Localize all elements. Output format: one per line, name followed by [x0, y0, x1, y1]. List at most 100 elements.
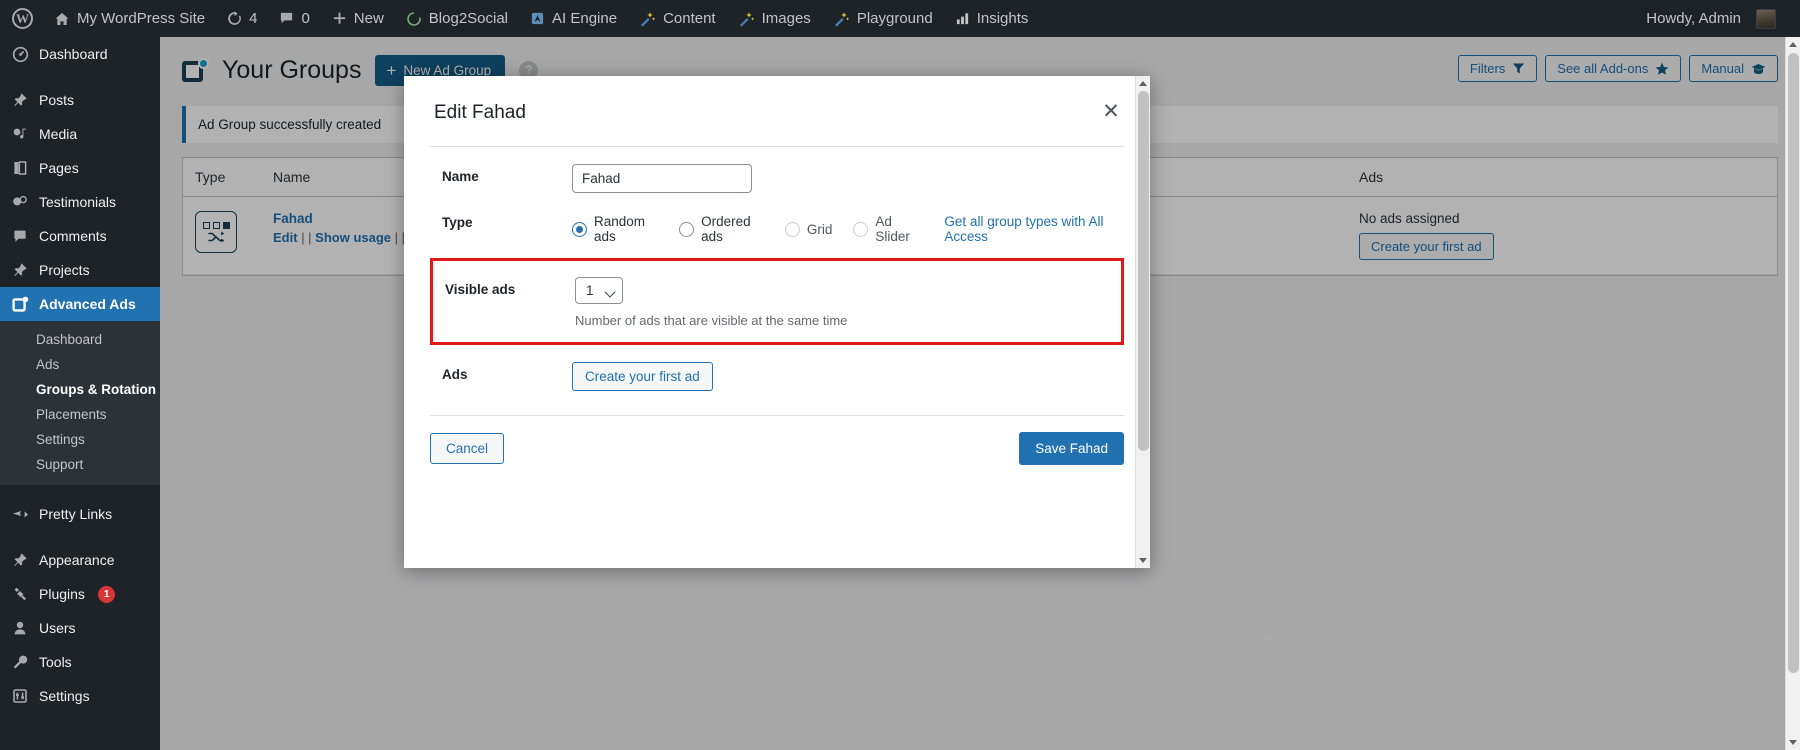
radio-label: Random ads: [594, 214, 658, 244]
updates-icon: [227, 11, 242, 26]
adminbar-item-playground[interactable]: Playground: [822, 0, 944, 37]
sidebar-item-settings[interactable]: Settings: [0, 679, 160, 713]
sidebar-item-tools[interactable]: Tools: [0, 645, 160, 679]
group-name-input[interactable]: [572, 164, 752, 193]
all-access-upsell-link[interactable]: Get all group types with All Access: [944, 214, 1124, 244]
radio-indicator: [572, 222, 587, 237]
sidebar-item-advanced-ads[interactable]: Advanced Ads: [0, 287, 160, 321]
radio-label: Ad Slider: [875, 214, 920, 244]
visible-ads-hint: Number of ads that are visible at the sa…: [575, 313, 1121, 328]
adminbar-item-images[interactable]: Images: [727, 0, 822, 37]
adminbar-item-content[interactable]: Content: [628, 0, 727, 37]
radio-ad-slider[interactable]: Ad Slider: [853, 214, 920, 244]
cancel-button[interactable]: Cancel: [430, 433, 504, 464]
users-icon: [10, 620, 30, 636]
adminbar-item-label: 0: [301, 10, 309, 27]
sidebar-item-posts[interactable]: Posts: [0, 83, 160, 117]
name-control: [572, 164, 1124, 193]
sidebar-item-label: Media: [39, 126, 77, 142]
sidebar-item-plugins[interactable]: Plugins 1: [0, 577, 160, 611]
visible-ads-control: 1 Number of ads that are visible at the …: [575, 277, 1121, 328]
adminbar-item-label: Images: [762, 10, 811, 27]
submenu-item-ads[interactable]: Ads: [0, 352, 160, 377]
submenu-item-placements[interactable]: Placements: [0, 402, 160, 427]
settings-icon: [10, 688, 30, 704]
comment-icon: [10, 228, 30, 244]
sidebar-separator: [0, 485, 160, 497]
adminbar-account-menu[interactable]: Howdy, Admin: [1635, 0, 1800, 37]
sidebar-item-media[interactable]: Media: [0, 117, 160, 151]
adminbar-item-label: Insights: [977, 10, 1029, 27]
radio-grid[interactable]: Grid: [785, 222, 833, 237]
radio-label: Grid: [807, 222, 833, 237]
type-control: Random ads Ordered ads Grid Ad Slid: [572, 210, 1124, 244]
sidebar-item-users[interactable]: Users: [0, 611, 160, 645]
adminbar-item-new[interactable]: New: [321, 0, 395, 37]
page-scroll-down-arrow[interactable]: [1786, 735, 1800, 750]
adminbar-item-insights[interactable]: Insights: [944, 0, 1040, 37]
sidebar-item-label: Plugins: [39, 586, 85, 602]
type-label: Type: [430, 210, 572, 230]
field-row-ads: Ads Create your first ad: [430, 345, 1124, 391]
tools-icon: [10, 654, 30, 670]
radio-random-ads[interactable]: Random ads: [572, 214, 658, 244]
adminbar-item-updates[interactable]: 4: [216, 0, 268, 37]
visible-ads-label: Visible ads: [433, 277, 575, 297]
radio-label: Ordered ads: [701, 214, 764, 244]
submenu-item-support[interactable]: Support: [0, 452, 160, 477]
pages-icon: [10, 160, 30, 176]
pretty-links-icon: [10, 506, 30, 523]
sidebar-item-label: Appearance: [39, 552, 115, 568]
magic-wand-icon: [639, 10, 656, 27]
modal-header: Edit Fahad ✕: [404, 76, 1150, 124]
adminbar-item-label: Content: [663, 10, 716, 27]
radio-indicator: [853, 222, 868, 237]
create-first-ad-button[interactable]: Create your first ad: [572, 362, 713, 391]
testimonials-icon: [10, 194, 30, 210]
adminbar-item-label: Blog2Social: [429, 10, 508, 27]
adminbar-item-ai-engine[interactable]: AI Engine: [519, 0, 628, 37]
adminbar-item-comments[interactable]: 0: [268, 0, 320, 37]
sidebar-item-comments[interactable]: Comments: [0, 219, 160, 253]
comment-bubble-icon: [279, 11, 294, 26]
sidebar-item-label: Settings: [39, 688, 90, 704]
page-scrollbar[interactable]: [1785, 37, 1800, 750]
admin-sidebar: Dashboard Posts Media Pages Testimonials…: [0, 37, 160, 750]
sidebar-item-projects[interactable]: Projects: [0, 253, 160, 287]
plugins-update-badge: 1: [98, 586, 116, 603]
bar-chart-icon: [955, 11, 970, 26]
sidebar-item-dashboard[interactable]: Dashboard: [0, 37, 160, 71]
sidebar-item-label: Advanced Ads: [39, 296, 136, 312]
radio-ordered-ads[interactable]: Ordered ads: [679, 214, 764, 244]
sidebar-item-pretty-links[interactable]: Pretty Links: [0, 497, 160, 531]
adminbar-item-label: Playground: [857, 10, 933, 27]
submenu-item-groups-rotation[interactable]: Groups & Rotation: [0, 377, 160, 402]
type-radio-group: Random ads Ordered ads Grid Ad Slid: [572, 210, 1124, 244]
scroll-down-arrow[interactable]: [1136, 553, 1150, 568]
adminbar-item-label: My WordPress Site: [77, 10, 205, 27]
sidebar-item-appearance[interactable]: Appearance: [0, 543, 160, 577]
adminbar-item-site[interactable]: My WordPress Site: [43, 0, 216, 37]
edit-group-modal: Edit Fahad ✕ Name Type Random ads: [404, 76, 1150, 568]
sidebar-item-pages[interactable]: Pages: [0, 151, 160, 185]
ads-control: Create your first ad: [572, 362, 1124, 391]
sidebar-item-testimonials[interactable]: Testimonials: [0, 185, 160, 219]
modal-scroll-area: Edit Fahad ✕ Name Type Random ads: [404, 76, 1150, 568]
modal-scrollbar[interactable]: [1135, 76, 1150, 568]
modal-scrollbar-thumb[interactable]: [1138, 91, 1149, 451]
close-icon[interactable]: ✕: [1098, 100, 1124, 126]
avatar: [1756, 9, 1776, 29]
submenu-item-dashboard[interactable]: Dashboard: [0, 327, 160, 352]
scroll-up-arrow[interactable]: [1136, 76, 1150, 91]
sidebar-item-label: Tools: [39, 654, 72, 670]
page-scrollbar-thumb[interactable]: [1788, 53, 1799, 673]
visible-ads-highlight-box: Visible ads 1 Number of ads that are vis…: [430, 258, 1124, 345]
magic-wand-icon: [833, 10, 850, 27]
wordpress-logo-button[interactable]: [0, 0, 43, 37]
appearance-icon: [10, 552, 30, 568]
page-scroll-up-arrow[interactable]: [1786, 37, 1800, 52]
adminbar-item-blog2social[interactable]: Blog2Social: [395, 0, 519, 37]
visible-ads-select[interactable]: 1: [575, 277, 623, 304]
save-button[interactable]: Save Fahad: [1019, 432, 1124, 465]
submenu-item-settings[interactable]: Settings: [0, 427, 160, 452]
